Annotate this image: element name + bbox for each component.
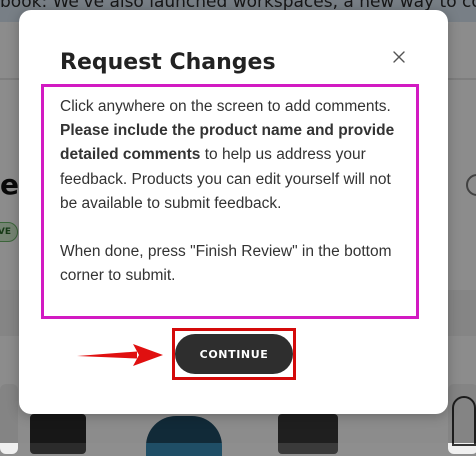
instructions-text-box: Click anywhere on the screen to add comm… [41,84,419,319]
close-button[interactable] [386,44,412,70]
close-icon [393,51,405,63]
continue-button[interactable]: CONTINUE [175,334,293,374]
modal-title: Request Changes [60,50,276,75]
instructions-paragraph: Click anywhere on the screen to add comm… [60,95,400,216]
instructions-intro: Click anywhere on the screen to add comm… [60,98,391,115]
arrow-right-icon [77,344,163,366]
instructions-finish-paragraph: When done, press "Finish Review" in the … [60,243,392,285]
request-changes-modal: Request Changes Click anywhere on the sc… [19,10,448,414]
